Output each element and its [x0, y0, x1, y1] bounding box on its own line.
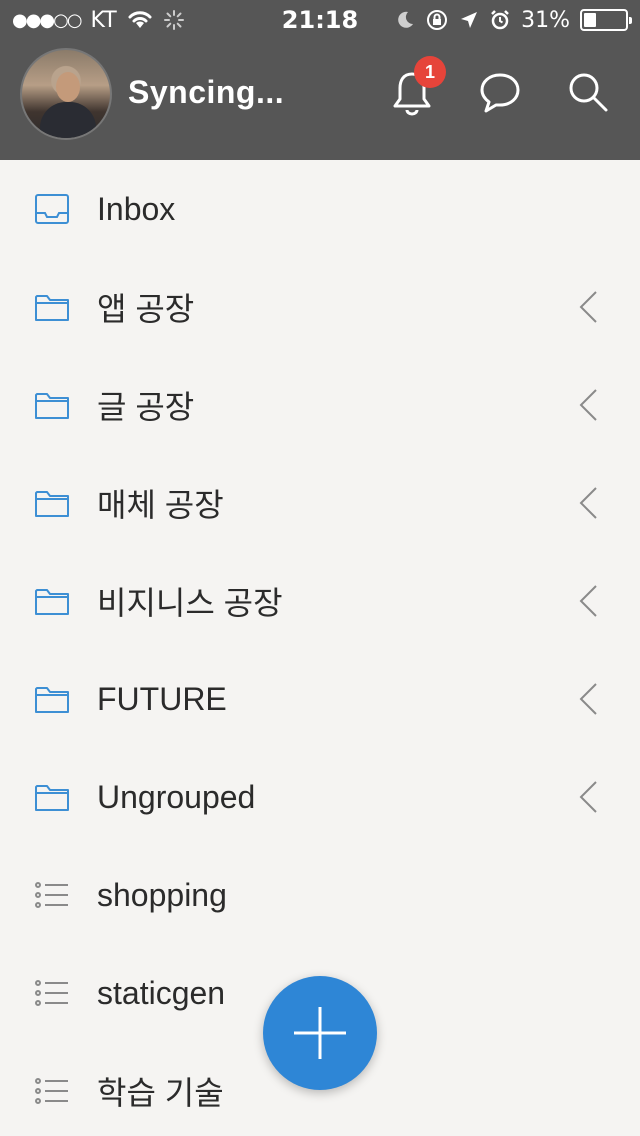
chevron-left-icon[interactable]	[578, 486, 598, 520]
battery-icon	[580, 9, 632, 31]
notifications-button[interactable]: 1	[384, 56, 446, 120]
list-icon	[35, 882, 68, 908]
list-item-label: FUTURE	[97, 680, 227, 717]
app-header: Syncing... 1	[0, 40, 640, 160]
folder-icon	[35, 785, 69, 811]
avatar-figure	[40, 102, 96, 138]
status-right: 31%	[395, 6, 632, 34]
folder-icon	[35, 393, 69, 419]
chat-bubble-icon	[480, 73, 520, 113]
location-arrow-icon	[461, 12, 478, 28]
chevron-left-icon[interactable]	[578, 290, 598, 324]
chevron-left-icon[interactable]	[578, 682, 598, 716]
battery-level	[584, 13, 596, 27]
list-item-label: shopping	[97, 876, 227, 913]
chat-button[interactable]	[472, 64, 528, 120]
list-item-label: Inbox	[97, 190, 176, 227]
folder-icon	[35, 589, 69, 615]
list-item-folder[interactable]: 비지니스 공장	[0, 552, 640, 650]
folder-icon	[35, 687, 69, 713]
alarm-icon	[491, 10, 509, 30]
list-item-label: 매체 공장	[97, 487, 224, 523]
rotation-lock-icon	[427, 10, 448, 30]
search-icon	[569, 73, 608, 112]
list-item-folder[interactable]: 글 공장	[0, 356, 640, 454]
status-bar: ●●●○○ KT 21:18 31%	[0, 0, 640, 40]
list-item-label: 학습 기술	[97, 1075, 224, 1111]
list-item-folder[interactable]: Ungrouped	[0, 748, 640, 846]
list-icon	[35, 980, 68, 1006]
chevron-left-icon[interactable]	[578, 388, 598, 422]
list-item-folder[interactable]: 매체 공장	[0, 454, 640, 552]
chevron-left-icon[interactable]	[578, 780, 598, 814]
avatar[interactable]	[20, 48, 112, 140]
folder-icon	[35, 491, 69, 517]
list-item-folder[interactable]: FUTURE	[0, 650, 640, 748]
folder-icon	[35, 295, 69, 321]
list-item-label: staticgen	[97, 974, 226, 1011]
list-item-label: 앱 공장	[97, 291, 195, 327]
notification-badge: 1	[414, 56, 446, 88]
list-item-folder[interactable]: 앱 공장	[0, 258, 640, 356]
plus-icon	[294, 1007, 346, 1059]
list-item-label: Ungrouped	[97, 778, 256, 815]
chevron-left-icon[interactable]	[578, 584, 598, 618]
avatar-face	[56, 72, 80, 102]
list-item-list[interactable]: shopping	[0, 846, 640, 944]
list-icon	[35, 1078, 68, 1104]
list-item-label: 비지니스 공장	[97, 585, 283, 621]
moon-icon	[398, 11, 414, 28]
sync-status-title: Syncing...	[128, 74, 285, 110]
search-button[interactable]	[560, 64, 616, 120]
battery-percent: 31%	[521, 7, 570, 33]
add-button[interactable]	[263, 976, 377, 1090]
list-item-label: 글 공장	[97, 389, 195, 425]
inbox-icon	[35, 194, 69, 224]
list-item-inbox[interactable]: Inbox	[0, 160, 640, 258]
